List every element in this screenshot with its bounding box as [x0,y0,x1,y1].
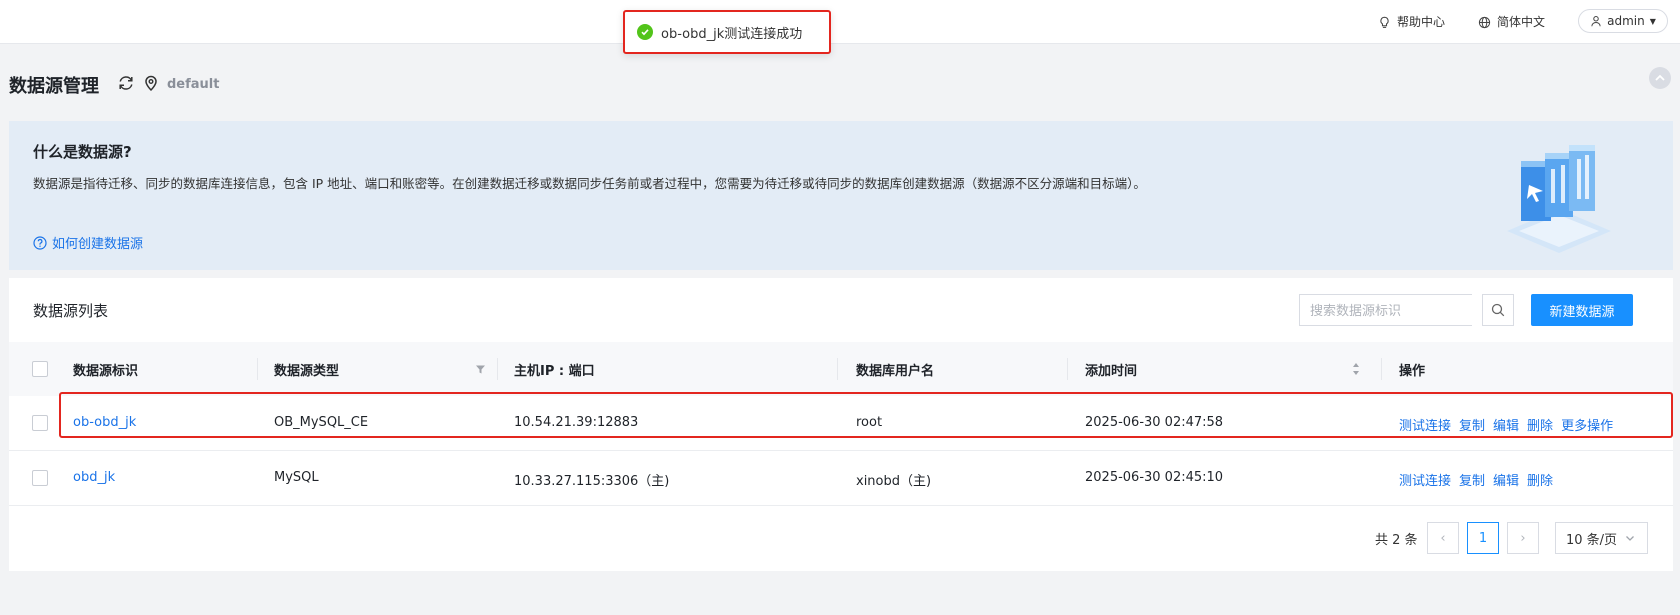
filter-icon[interactable] [475,364,486,375]
datasource-id-link[interactable]: obd_jk [73,470,115,485]
column-divider [837,358,838,380]
copy-button[interactable]: 复制 [1459,415,1485,434]
datasource-list-card: 数据源列表 新建数据源 数据源标识 数据源类型 主机IP : 端口 数据库用户名… [9,278,1673,571]
row-actions: 测试连接 复制 编辑 删除 更多操作 [1399,415,1613,434]
success-check-icon [637,24,653,40]
list-title: 数据源列表 [33,302,109,320]
edit-button[interactable]: 编辑 [1493,470,1519,489]
copy-button[interactable]: 复制 [1459,470,1485,489]
question-circle-icon [33,235,47,250]
page-number-button[interactable]: 1 [1467,522,1499,554]
datasource-type: OB_MySQL_CE [274,415,369,430]
toast-message: ob-obd_jk测试连接成功 [661,26,803,42]
edit-button[interactable]: 编辑 [1493,415,1519,434]
column-header-actions: 操作 [1399,364,1426,379]
column-divider [497,358,498,380]
how-to-create-label: 如何创建数据源 [52,237,144,252]
chevron-down-icon [1626,536,1635,541]
row-actions: 测试连接 复制 编辑 删除 [1399,470,1553,489]
language-label: 简体中文 [1497,15,1546,29]
datasource-type: MySQL [274,470,319,485]
column-header-user: 数据库用户名 [856,364,935,379]
banner-title: 什么是数据源? [33,143,132,161]
search-icon [1491,303,1505,317]
datasource-id-link[interactable]: ob-obd_jk [73,415,136,430]
column-divider [257,358,258,380]
user-menu-button[interactable]: admin ▼ [1578,9,1668,33]
location-pin-icon [145,75,157,92]
next-page-button[interactable]: › [1507,522,1539,554]
column-header-type[interactable]: 数据源类型 [274,360,339,379]
host-port: 10.54.21.39:12883 [514,415,639,430]
language-switcher[interactable]: 简体中文 [1478,12,1545,32]
table-row: ob-obd_jk OB_MySQL_CE 10.54.21.39:12883 … [9,396,1673,451]
added-time: 2025-06-30 02:45:10 [1085,470,1224,485]
more-actions-button[interactable]: 更多操作 [1561,415,1613,434]
sort-icon[interactable] [1352,362,1360,376]
top-header: 帮助中心 简体中文 admin ▼ [0,0,1680,44]
datasource-illustration [1507,145,1611,253]
table-header: 数据源标识 数据源类型 主机IP : 端口 数据库用户名 添加时间 操作 [9,342,1673,396]
workspace-label: default [167,77,220,92]
db-username: root [856,415,883,430]
lightbulb-icon [1380,16,1389,28]
search-button[interactable] [1482,294,1514,326]
chevron-right-icon: › [1520,530,1526,546]
row-checkbox[interactable] [32,470,48,486]
test-connection-button[interactable]: 测试连接 [1399,415,1451,434]
collapse-button[interactable] [1649,67,1671,89]
globe-icon [1478,16,1491,28]
db-username: xinobd（主) [856,474,932,489]
refresh-icon[interactable] [117,74,135,92]
column-divider [1067,358,1068,380]
success-toast: ob-obd_jk测试连接成功 [623,10,831,54]
user-icon [1591,16,1601,27]
pagination-total: 共 2 条 [1375,533,1418,548]
select-all-checkbox[interactable] [32,361,48,377]
delete-button[interactable]: 删除 [1527,470,1553,489]
added-time: 2025-06-30 02:47:58 [1085,415,1224,430]
row-checkbox[interactable] [32,415,48,431]
table-row: obd_jk MySQL 10.33.27.115:3306（主) xinobd… [9,451,1673,506]
column-header-added-time[interactable]: 添加时间 [1085,360,1137,379]
page-size-select[interactable]: 10 条/页 [1555,522,1648,554]
column-header-host: 主机IP : 端口 [514,364,595,379]
caret-down-icon: ▼ [1649,16,1656,26]
column-header-id[interactable]: 数据源标识 [73,360,138,379]
test-connection-button[interactable]: 测试连接 [1399,470,1451,489]
prev-page-button[interactable]: ‹ [1427,522,1459,554]
delete-button[interactable]: 删除 [1527,415,1553,434]
page-size-value: 10 条/页 [1566,532,1618,548]
column-divider [1381,358,1382,380]
help-center-label: 帮助中心 [1397,15,1446,29]
username: admin [1607,14,1645,28]
chevron-left-icon: ‹ [1440,530,1446,546]
page-title: 数据源管理 [9,76,99,97]
chevron-up-icon [1655,74,1665,81]
search-input[interactable] [1299,294,1472,326]
banner-description: 数据源是指待迁移、同步的数据库连接信息，包含 IP 地址、端口和账密等。在创建数… [33,176,1146,191]
help-center-link[interactable]: 帮助中心 [1378,12,1445,32]
host-port: 10.33.27.115:3306（主) [514,474,670,489]
new-datasource-button[interactable]: 新建数据源 [1531,294,1633,326]
info-banner: 什么是数据源? 数据源是指待迁移、同步的数据库连接信息，包含 IP 地址、端口和… [9,121,1673,270]
how-to-create-link[interactable]: 如何创建数据源 [33,233,143,252]
